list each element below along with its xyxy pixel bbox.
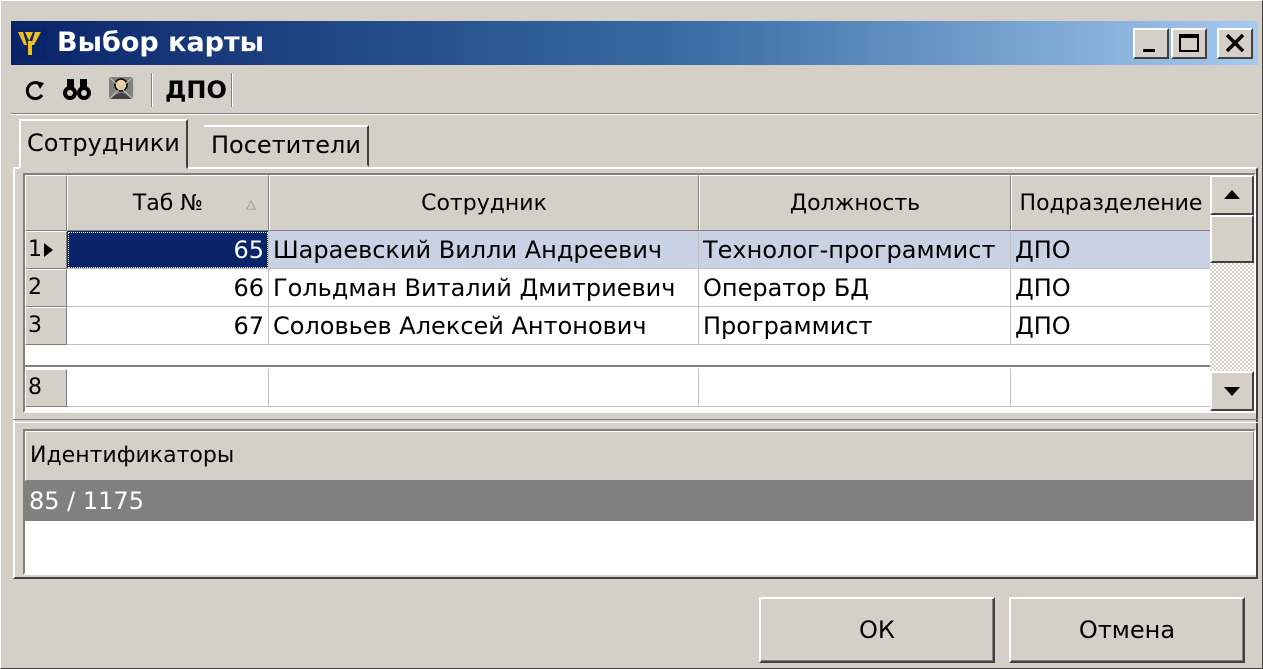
row-indicator[interactable]: 1	[25, 231, 67, 269]
identifier-row[interactable]: 85 / 1175	[25, 481, 1254, 521]
close-button[interactable]	[1217, 28, 1253, 59]
table-cell-department[interactable]: ДПО	[1011, 231, 1211, 269]
minimize-button[interactable]	[1133, 28, 1169, 59]
ok-button[interactable]: ОК	[759, 597, 995, 663]
footer-cell	[269, 369, 699, 407]
filter-button[interactable]	[105, 73, 139, 105]
dialog-window: Выбор карты ДПО Сотрудники Посетители Та…	[0, 0, 1263, 669]
refresh-button[interactable]	[23, 73, 47, 105]
splitter[interactable]	[13, 419, 1258, 423]
app-logo-icon	[15, 27, 47, 59]
table-cell-employee[interactable]: Шараевский Вилли Андреевич	[269, 231, 699, 269]
column-header-department[interactable]: Подразделение	[1011, 175, 1211, 231]
arrow-up-icon	[1224, 190, 1240, 199]
cancel-button[interactable]: Отмена	[1009, 597, 1245, 663]
department-filter-button[interactable]: ДПО	[165, 75, 227, 105]
column-header-employee[interactable]: Сотрудник	[269, 175, 699, 231]
maximize-button[interactable]	[1171, 28, 1207, 59]
search-button[interactable]	[61, 73, 93, 105]
empty-row-gap	[25, 345, 67, 367]
toolbar-separator	[151, 73, 153, 107]
title-bar[interactable]: Выбор карты	[11, 21, 1258, 65]
identifiers-list: Идентификаторы 85 / 1175	[23, 429, 1256, 575]
footer-cell	[1011, 369, 1211, 407]
vertical-scrollbar[interactable]	[1210, 175, 1254, 411]
tab-visitors[interactable]: Посетители	[203, 125, 369, 167]
minimize-icon	[1143, 49, 1155, 52]
row-indicator[interactable]: 2	[25, 269, 67, 307]
sort-ascending-icon: ▵	[245, 191, 256, 215]
toolbar-divider	[11, 113, 1258, 115]
table-cell-employee[interactable]: Гольдман Виталий Дмитриевич	[269, 269, 699, 307]
column-header-tab-number[interactable]: Таб № ▵	[67, 175, 269, 231]
row-indicator[interactable]: 3	[25, 307, 67, 345]
table-cell-position[interactable]: Технолог-программист	[699, 231, 1011, 269]
row-indicator-header	[25, 175, 67, 231]
table-cell-department[interactable]: ДПО	[1011, 269, 1211, 307]
scroll-down-button[interactable]	[1210, 371, 1254, 411]
table-cell-employee[interactable]: Соловьев Алексей Антонович	[269, 307, 699, 345]
person-filter-icon	[108, 76, 134, 100]
toolbar: ДПО	[11, 67, 1258, 111]
table-cell-position[interactable]: Программист	[699, 307, 1011, 345]
window-title: Выбор карты	[57, 27, 265, 58]
footer-cell	[699, 369, 1011, 407]
scroll-up-button[interactable]	[1210, 175, 1254, 215]
toolbar-separator	[231, 73, 233, 107]
tab-employees[interactable]: Сотрудники	[19, 119, 188, 169]
table-cell-tab-number[interactable]: 67	[67, 307, 269, 345]
close-icon	[1225, 33, 1245, 53]
current-row-arrow-icon	[44, 243, 53, 257]
table-cell-tab-number[interactable]: 66	[67, 269, 269, 307]
table-cell-department[interactable]: ДПО	[1011, 307, 1211, 345]
table-cell-position[interactable]: Оператор БД	[699, 269, 1011, 307]
maximize-icon	[1179, 34, 1199, 52]
table-cell-tab-number[interactable]: 65	[67, 231, 269, 269]
identifiers-header: Идентификаторы	[25, 431, 1254, 481]
scrollbar-thumb[interactable]	[1210, 215, 1254, 263]
row-indicator: 8	[25, 369, 67, 407]
column-header-label: Таб №	[132, 190, 204, 216]
footer-separator	[25, 365, 1211, 367]
refresh-icon	[25, 81, 44, 101]
footer-cell	[67, 369, 269, 407]
row-number: 1	[28, 237, 42, 262]
arrow-down-icon	[1224, 387, 1240, 396]
employees-table: Таб № ▵ Сотрудник Должность Подразделени…	[23, 173, 1256, 413]
binoculars-icon	[63, 79, 91, 100]
column-header-position[interactable]: Должность	[699, 175, 1011, 231]
